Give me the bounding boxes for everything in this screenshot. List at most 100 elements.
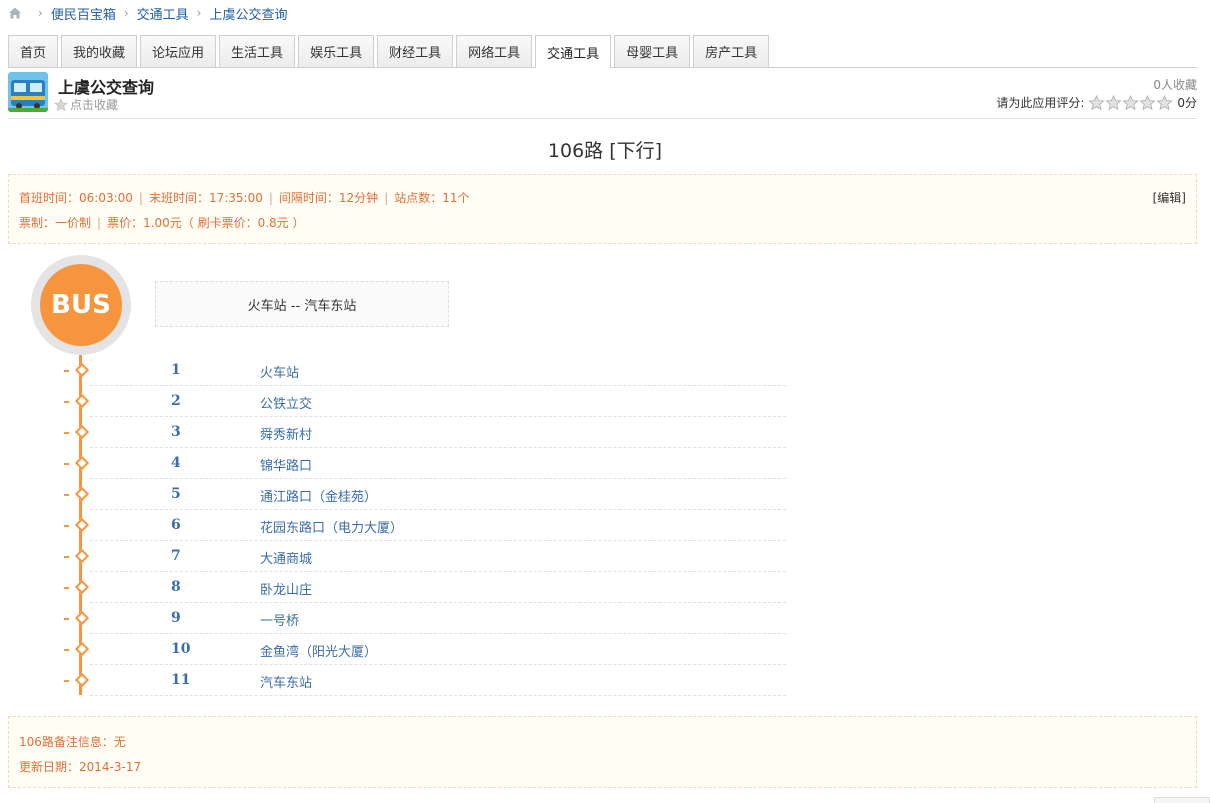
breadcrumb-item-toolbox[interactable]: 便民百宝箱 [51, 4, 116, 23]
station-name[interactable]: 花园东路口（电力大厦） [260, 517, 403, 536]
station-dot-icon [74, 548, 90, 564]
station-dot-icon [74, 641, 90, 657]
line-tick [64, 494, 69, 496]
app-header: 上虞公交查询 点击收藏 0人收藏 请为此应用评分: 0分 [8, 72, 1197, 118]
station-name[interactable]: 金鱼湾（阳光大厦） [260, 641, 377, 660]
line-tick [64, 370, 69, 372]
fare-price: 票价：1.00元（ 刷卡票价：0.8元 ） [107, 216, 305, 230]
tab-life-tools[interactable]: 生活工具 [219, 35, 296, 67]
star-icon [54, 97, 68, 111]
favorite-count: 0人收藏 [1153, 78, 1197, 92]
station-row[interactable]: 10 金鱼湾（阳光大厦） [64, 634, 786, 665]
chevron-right-icon: › [123, 6, 129, 20]
route-fare-row: 票制：一价制 | 票价：1.00元（ 刷卡票价：0.8元 ） [19, 216, 305, 230]
rating-score: 0分 [1177, 96, 1197, 110]
route-title: 106路 [下行] [547, 140, 663, 162]
station-row[interactable]: 11 汽车东站 [64, 665, 786, 696]
station-list: 1 火车站 2 公铁立交 3 舜秀新村 4 锦华路口 5 通江路口（金桂苑） 6 花园东路口（电力大厦… [64, 355, 786, 696]
tab-transport-tools[interactable]: 交通工具 [535, 35, 612, 68]
station-dot-icon [74, 486, 90, 502]
line-tick [64, 649, 69, 651]
station-name[interactable]: 舜秀新村 [260, 424, 312, 443]
station-name[interactable]: 通江路口（金桂苑） [260, 486, 377, 505]
app-title: 上虞公交查询 [58, 78, 155, 97]
station-name[interactable]: 汽车东站 [260, 672, 312, 691]
line-tick [64, 463, 69, 465]
breadcrumb-item-transport[interactable]: 交通工具 [137, 4, 189, 23]
route-note-box: 106路备注信息：无 更新日期：2014-3-17 [8, 716, 1197, 788]
line-tick [64, 432, 69, 434]
station-row[interactable]: 5 通江路口（金桂苑） [64, 479, 786, 510]
rating-star-1-icon[interactable] [1088, 94, 1105, 111]
interval-time: 间隔时间：12分钟 [278, 191, 379, 205]
station-row[interactable]: 4 锦华路口 [64, 448, 786, 479]
add-favorite-label: 点击收藏 [70, 98, 119, 112]
line-tick [64, 618, 69, 620]
station-dot-icon [74, 579, 90, 595]
line-tick [64, 680, 69, 682]
station-number: 3 [171, 424, 181, 440]
station-row[interactable]: 3 舜秀新村 [64, 417, 786, 448]
station-dot-icon [74, 393, 90, 409]
station-dot-icon [74, 517, 90, 533]
tab-realestate-tools[interactable]: 房产工具 [693, 35, 770, 67]
station-dot-icon [74, 424, 90, 440]
station-row[interactable]: 7 大通商城 [64, 541, 786, 572]
station-number: 7 [171, 548, 181, 564]
breadcrumb-item-current[interactable]: 上虞公交查询 [209, 4, 287, 23]
tab-home[interactable]: 首页 [8, 35, 59, 67]
station-name[interactable]: 大通商城 [260, 548, 312, 567]
tab-bar: 首页 我的收藏 论坛应用 生活工具 娱乐工具 财经工具 网络工具 交通工具 母婴… [8, 35, 1197, 68]
tab-network-tools[interactable]: 网络工具 [456, 35, 533, 67]
rating-stars [1088, 94, 1173, 111]
bus-app-icon [8, 72, 48, 112]
rating-star-3-icon[interactable] [1122, 94, 1139, 111]
tab-my-favorites[interactable]: 我的收藏 [61, 35, 138, 67]
route-note: 106路备注信息：无 [19, 735, 126, 749]
station-name[interactable]: 公铁立交 [260, 393, 312, 412]
station-number: 6 [171, 517, 181, 533]
route-schedule-row: 首班时间：06:03:00 | 末班时间：17:35:00 | 间隔时间：12分钟 | 站点… [19, 191, 470, 205]
station-number: 1 [171, 362, 181, 378]
last-bus-time: 末班时间：17:35:00 [148, 191, 263, 205]
edit-link[interactable]: [编辑] [1153, 189, 1186, 206]
home-icon[interactable] [8, 6, 22, 20]
station-row[interactable]: 9 一号桥 [64, 603, 786, 634]
station-row[interactable]: 1 火车站 [64, 355, 786, 386]
station-dot-icon [74, 362, 90, 378]
station-name[interactable]: 一号桥 [260, 610, 299, 629]
rating-star-4-icon[interactable] [1139, 94, 1156, 111]
station-dot-icon [74, 610, 90, 626]
update-date: 更新日期：2014-3-17 [19, 760, 142, 774]
station-row[interactable]: 8 卧龙山庄 [64, 572, 786, 603]
station-number: 9 [171, 610, 181, 626]
line-tick [64, 525, 69, 527]
station-dot-icon [74, 455, 90, 471]
station-number: 4 [171, 455, 181, 471]
station-count: 站点数：11个 [394, 191, 470, 205]
station-name[interactable]: 锦华路口 [260, 455, 312, 474]
tab-forum-apps[interactable]: 论坛应用 [140, 35, 217, 67]
rating-star-2-icon[interactable] [1105, 94, 1122, 111]
bus-badge-label: BUS [40, 264, 122, 346]
rating-widget: 请为此应用评分: 0分 [996, 94, 1197, 111]
bus-badge: BUS [31, 255, 131, 355]
corner-tab [1154, 797, 1210, 803]
line-tick [64, 401, 69, 403]
first-bus-time: 首班时间：06:03:00 [19, 191, 133, 205]
tab-entertainment-tools[interactable]: 娱乐工具 [298, 35, 375, 67]
breadcrumb: › 便民百宝箱 › 交通工具 › 上虞公交查询 [8, 4, 287, 23]
tab-finance-tools[interactable]: 财经工具 [377, 35, 454, 67]
station-name[interactable]: 火车站 [260, 362, 299, 381]
station-name[interactable]: 卧龙山庄 [260, 579, 312, 598]
tab-baby-tools[interactable]: 母婴工具 [614, 35, 691, 67]
add-favorite-link[interactable]: 点击收藏 [54, 96, 118, 113]
station-row[interactable]: 6 花园东路口（电力大厦） [64, 510, 786, 541]
rating-star-5-icon[interactable] [1156, 94, 1173, 111]
station-dot-icon [74, 672, 90, 688]
line-tick [64, 556, 69, 558]
station-row[interactable]: 2 公铁立交 [64, 386, 786, 417]
chevron-right-icon: › [38, 6, 43, 20]
station-number: 5 [171, 486, 181, 502]
station-number: 11 [171, 672, 191, 688]
